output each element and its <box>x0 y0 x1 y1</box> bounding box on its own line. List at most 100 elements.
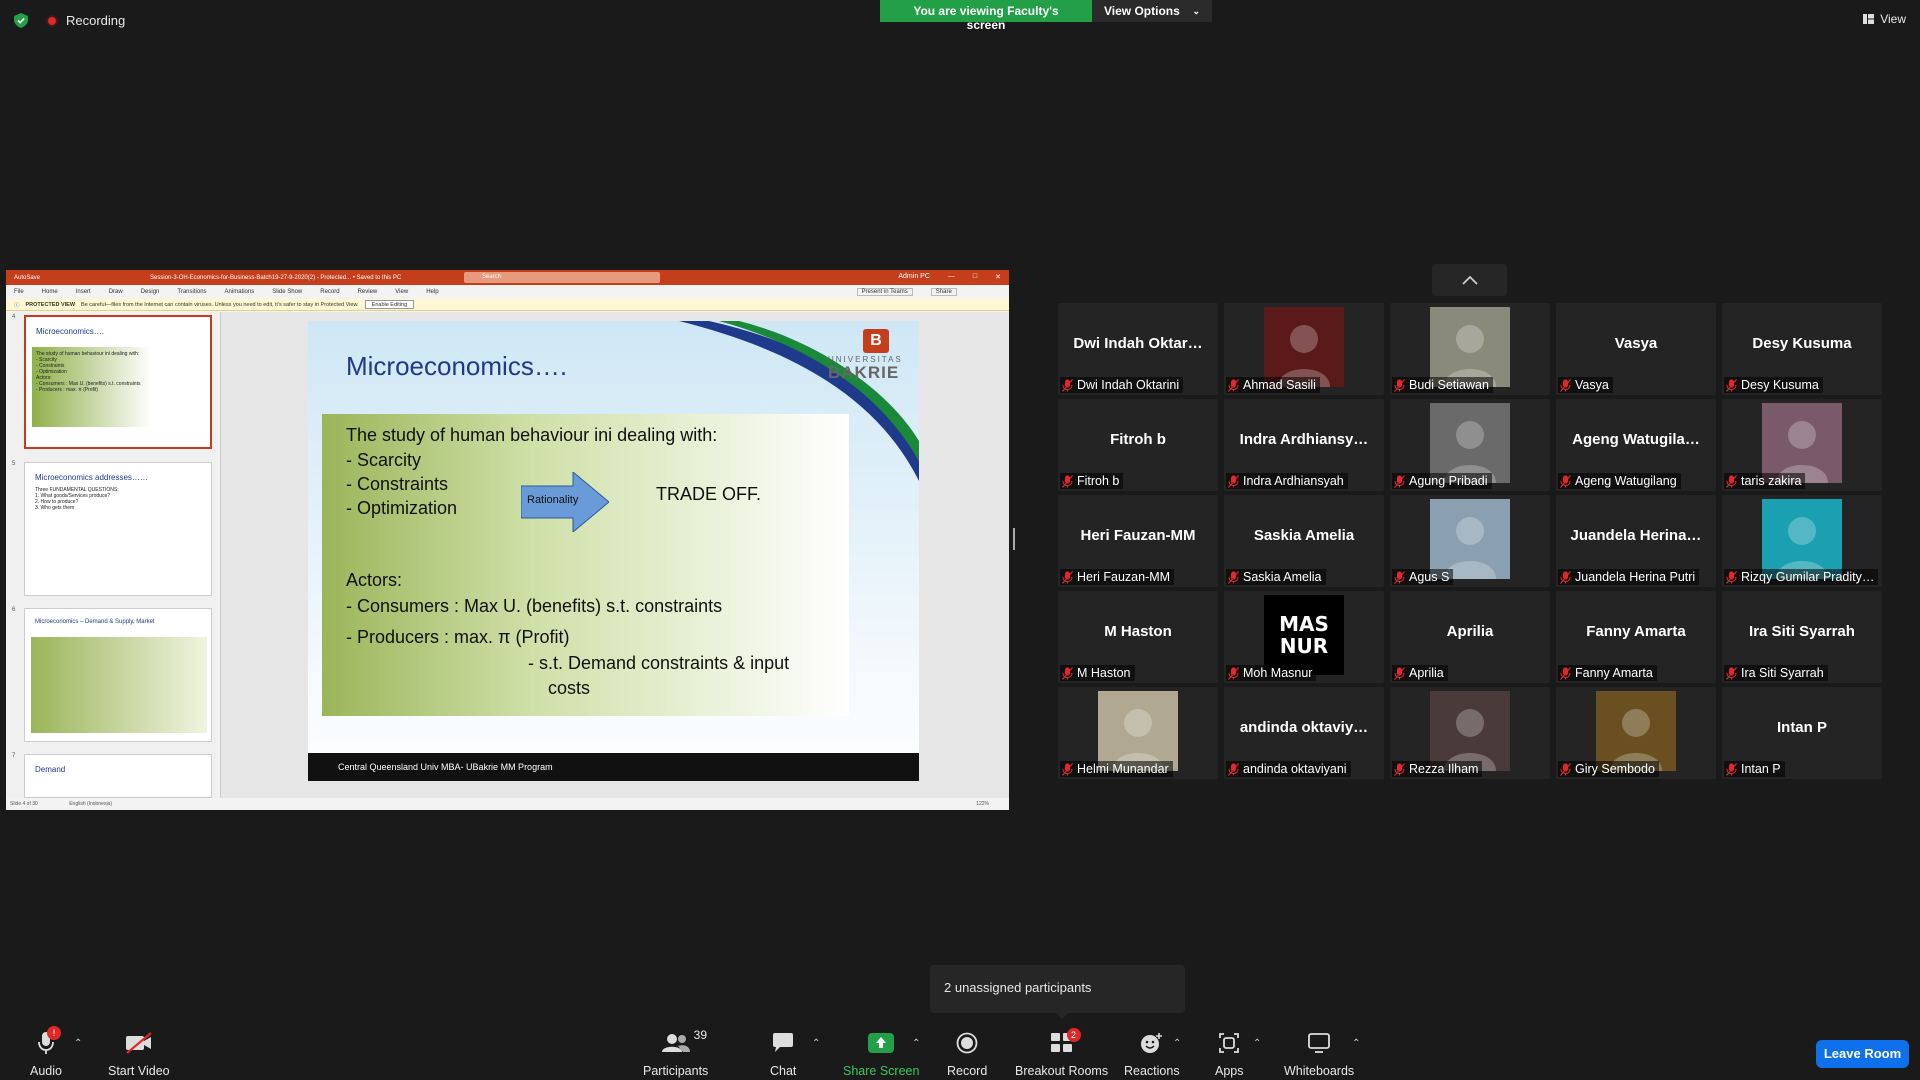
chat-label: Chat <box>770 1064 797 1078</box>
recording-indicator[interactable]: Recording <box>46 13 125 28</box>
participant-tile[interactable]: Ira Siti Syarrah Ira Siti Syarrah <box>1722 591 1882 683</box>
participant-tile[interactable]: Vasya Vasya <box>1556 303 1716 395</box>
share-screen-button[interactable]: Share Screen <box>843 1030 919 1078</box>
participant-tile[interactable]: MAS NUR Moh Masnur <box>1224 591 1384 683</box>
participant-tile[interactable]: Agung Pribadi <box>1390 399 1550 491</box>
participant-tile[interactable]: taris zakira <box>1722 399 1882 491</box>
mic-muted-icon <box>1394 570 1405 584</box>
participant-video <box>1264 307 1344 387</box>
ppt-menu-help[interactable]: Help <box>426 289 438 295</box>
whiteboards-button[interactable]: Whiteboards <box>1284 1030 1354 1078</box>
view-grid-icon <box>1863 14 1875 24</box>
leave-room-button[interactable]: Leave Room <box>1816 1040 1909 1068</box>
reactions-button[interactable]: Reactions <box>1124 1030 1180 1078</box>
participant-tile[interactable]: Ahmad Sasili <box>1224 303 1384 395</box>
maximize-icon[interactable]: □ <box>973 273 977 281</box>
apps-caret-icon[interactable]: ⌃ <box>1253 1038 1261 1049</box>
participant-tile[interactable]: M Haston M Haston <box>1058 591 1218 683</box>
chat-button[interactable]: Chat <box>770 1030 796 1078</box>
participant-tile[interactable]: Ageng Watugila… Ageng Watugilang <box>1556 399 1716 491</box>
participant-tile[interactable]: Dwi Indah Oktar… Dwi Indah Oktarini <box>1058 303 1218 395</box>
unassigned-participants-tooltip: 2 unassigned participants <box>930 965 1185 1013</box>
record-button[interactable]: Record <box>947 1030 987 1078</box>
participant-name: Intan P <box>1741 762 1781 776</box>
share-options-caret-icon[interactable]: ⌃ <box>912 1038 920 1049</box>
participant-tile[interactable]: Saskia Amelia Saskia Amelia <box>1224 495 1384 587</box>
protected-view-message: Be careful—files from the Internet can c… <box>81 301 359 308</box>
view-button[interactable]: View <box>1863 12 1906 26</box>
ppt-menu-file[interactable]: File <box>14 289 24 295</box>
split-resize-handle[interactable] <box>1013 528 1015 550</box>
ppt-window-controls: Admin PC — □ ✕ <box>898 273 1001 281</box>
breakout-rooms-button[interactable]: 2 Breakout Rooms <box>1015 1028 1108 1078</box>
mic-muted-icon <box>1726 762 1737 776</box>
start-video-button[interactable]: Start Video <box>108 1030 170 1078</box>
chat-options-caret-icon[interactable]: ⌃ <box>812 1038 820 1049</box>
recording-dot-icon <box>46 14 58 27</box>
ppt-status-bar: Slide 4 of 30 English (Indonesia) 122% <box>6 798 1009 810</box>
shared-screen[interactable]: AutoSave Session-3-OH-Economics-for-Busi… <box>6 270 1009 810</box>
slide-thumbnail[interactable]: Microeconomics addresses…… Three FUNDAME… <box>24 462 212 596</box>
ppt-menu-design[interactable]: Design <box>141 289 160 295</box>
ppt-menu-record[interactable]: Record <box>320 289 339 295</box>
participant-name-label: Fanny Amarta <box>1558 665 1657 681</box>
participant-tile[interactable]: Fanny Amarta Fanny Amarta <box>1556 591 1716 683</box>
participant-name-label: Rezza Ilham <box>1392 761 1483 777</box>
participant-tile[interactable]: Fitroh b Fitroh b <box>1058 399 1218 491</box>
mic-muted-icon <box>1228 666 1239 680</box>
participants-button[interactable]: 39 Participants <box>643 1028 708 1078</box>
participant-tile[interactable]: Rezza Ilham <box>1390 687 1550 779</box>
ppt-menu-animations[interactable]: Animations <box>225 289 255 295</box>
participant-tile[interactable]: Heri Fauzan-MM Heri Fauzan-MM <box>1058 495 1218 587</box>
participant-name: Fitroh b <box>1077 474 1120 488</box>
whiteboards-caret-icon[interactable]: ⌃ <box>1352 1038 1360 1049</box>
slide-thumbnail[interactable]: Microeconomics…. The study of human beha… <box>24 315 212 449</box>
current-slide[interactable]: B UNIVERSITAS BAKRIE Microeconomics…. Th… <box>308 321 919 781</box>
participant-tile[interactable]: Giry Sembodo <box>1556 687 1716 779</box>
ppt-menu-insert[interactable]: Insert <box>76 289 91 295</box>
audio-options-caret-icon[interactable]: ⌃ <box>74 1038 82 1049</box>
ppt-menu-draw[interactable]: Draw <box>109 289 123 295</box>
zoom-level[interactable]: 122% <box>976 798 989 810</box>
slide-thumbnail[interactable]: Microeconomics – Demand & Supply, Market <box>24 608 212 742</box>
ppt-menu-slideshow[interactable]: Slide Show <box>272 289 302 295</box>
present-in-teams-button[interactable]: Present in Teams <box>856 288 913 296</box>
ppt-share-button[interactable]: Share <box>930 288 957 296</box>
protected-view-title: PROTECTED VIEW <box>25 301 76 308</box>
ppt-menu-review[interactable]: Review <box>358 289 378 295</box>
reactions-caret-icon[interactable]: ⌃ <box>1173 1038 1181 1049</box>
participant-tile[interactable]: Intan P Intan P <box>1722 687 1882 779</box>
reactions-label: Reactions <box>1124 1064 1180 1078</box>
apps-button[interactable]: Apps <box>1215 1030 1244 1078</box>
audio-button[interactable]: ! Audio <box>30 1026 62 1078</box>
participant-tile[interactable]: Indra Ardhiansy… Indra Ardhiansyah <box>1224 399 1384 491</box>
participant-tile[interactable]: Aprilia Aprilia <box>1390 591 1550 683</box>
minimize-icon[interactable]: — <box>948 273 955 281</box>
participant-tile[interactable]: Helmi Munandar <box>1058 687 1218 779</box>
slide-thumbnails-pane[interactable]: 4 Microeconomics…. The study of human be… <box>6 312 221 798</box>
mic-muted-icon <box>1062 378 1073 392</box>
participant-tile[interactable]: Budi Setiawan <box>1390 303 1550 395</box>
participant-tile[interactable]: andinda oktaviy… andinda oktaviyani <box>1224 687 1384 779</box>
ppt-search-box[interactable]: Search <box>464 272 660 283</box>
protected-view-bar: ⓘ PROTECTED VIEW Be careful—files from t… <box>6 299 1009 311</box>
ppt-menu-home[interactable]: Home <box>42 289 58 295</box>
participant-name: Rezza Ilham <box>1409 762 1479 776</box>
autosave-label[interactable]: AutoSave <box>14 275 40 281</box>
participant-video <box>1430 499 1510 579</box>
view-options-button[interactable]: View Options ⌄ <box>1092 0 1212 22</box>
participant-tile[interactable]: Desy Kusuma Desy Kusuma <box>1722 303 1882 395</box>
participant-tile[interactable]: Agus S <box>1390 495 1550 587</box>
ppt-menu-transitions[interactable]: Transitions <box>177 289 206 295</box>
participant-tile[interactable]: Juandela Herina… Juandela Herina Putri <box>1556 495 1716 587</box>
mic-muted-icon <box>1062 666 1073 680</box>
security-shield-icon[interactable] <box>14 13 28 28</box>
close-icon[interactable]: ✕ <box>995 273 1001 281</box>
slide-thumbnail[interactable]: Demand <box>24 754 212 798</box>
ppt-menu-view[interactable]: View <box>395 289 408 295</box>
participant-tile[interactable]: Rizqy Gumilar Pradity… <box>1722 495 1882 587</box>
ppt-search-placeholder: Search <box>482 274 502 280</box>
enable-editing-button[interactable]: Enable Editing <box>364 300 415 309</box>
record-icon <box>956 1032 978 1054</box>
gallery-page-up-button[interactable] <box>1432 264 1507 296</box>
